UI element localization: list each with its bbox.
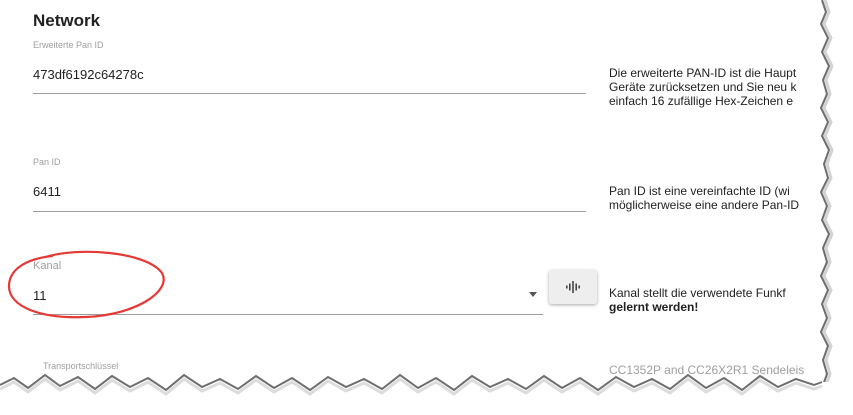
pan-id-value[interactable]: 6411 [33, 184, 61, 199]
desc-line: möglicherweise eine andere Pan-ID [609, 198, 800, 212]
desc-line: einfach 16 zufällige Hex-Zeichen e [609, 94, 794, 108]
kanal-selected-value[interactable]: 11 [33, 288, 47, 303]
desc-line: Die erweiterte PAN-ID ist die Haupt [609, 66, 797, 80]
underline [33, 93, 586, 94]
desc-bold-line: gelernt werden! [609, 300, 699, 314]
caret-down-icon[interactable] [529, 292, 537, 297]
extended-pan-id-description: Die erweiterte PAN-ID ist die Haupt Gerä… [609, 66, 796, 108]
underline [33, 211, 586, 212]
kanal-description: Kanal stellt die verwendete Funkf gelern… [609, 286, 786, 314]
extended-pan-id-label: Erweiterte Pan ID [33, 40, 104, 50]
desc-line: Kanal stellt die verwendete Funkf [609, 286, 786, 300]
pan-id-field[interactable]: Pan ID 6411 [33, 157, 586, 213]
pan-id-label: Pan ID [33, 157, 61, 167]
kanal-select[interactable]: Kanal 11 [33, 260, 543, 316]
extended-pan-id-field[interactable]: Erweiterte Pan ID 473df6192c64278c [33, 40, 586, 96]
desc-line: Geräte zurücksetzen und Sie neu k [609, 80, 797, 94]
torn-edge-bottom [0, 373, 853, 415]
torn-edge-right [819, 0, 853, 415]
desc-line: Pan ID ist eine vereinfachte ID (wi [609, 184, 790, 198]
pan-id-description: Pan ID ist eine vereinfachte ID (wi mögl… [609, 184, 799, 212]
channel-scan-button[interactable] [549, 270, 597, 304]
settings-sheet: Network Erweiterte Pan ID 473df6192c6427… [0, 0, 822, 415]
channel-scan-icon [566, 281, 580, 293]
section-title: Network [33, 11, 101, 30]
kanal-label: Kanal [33, 260, 62, 272]
underline [33, 314, 543, 315]
extended-pan-id-value[interactable]: 473df6192c64278c [33, 67, 144, 82]
